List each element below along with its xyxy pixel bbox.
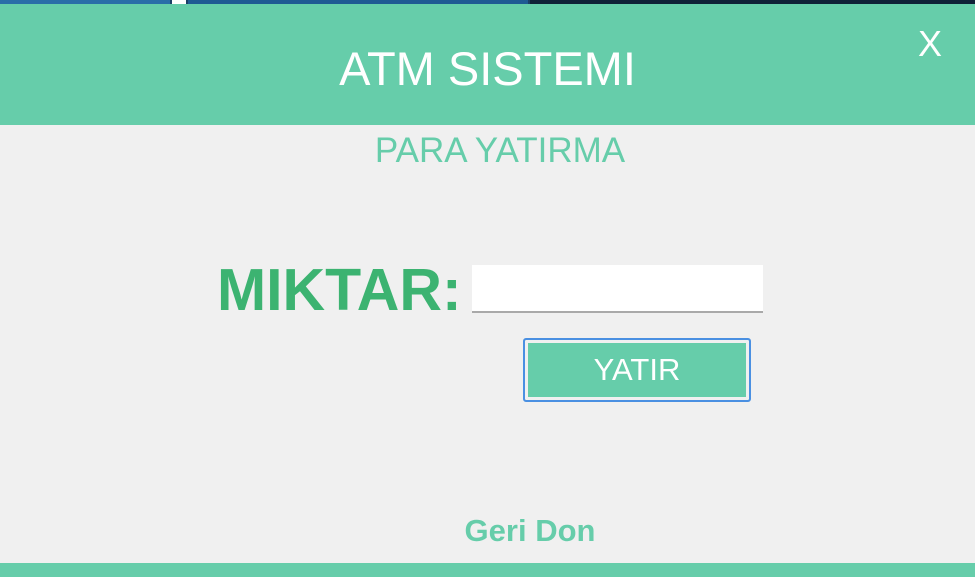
close-button[interactable]: X xyxy=(906,24,954,64)
amount-label: MIKTAR: xyxy=(217,257,462,323)
back-link[interactable]: Geri Don xyxy=(0,514,975,548)
app-title: ATM SISTEMI xyxy=(339,42,636,95)
page-subtitle: PARA YATIRMA xyxy=(374,131,626,170)
app-header: ATM SISTEMI X xyxy=(0,4,975,125)
deposit-button[interactable]: YATIR xyxy=(523,338,751,402)
amount-input[interactable] xyxy=(472,265,763,313)
footer-bar xyxy=(0,563,975,577)
